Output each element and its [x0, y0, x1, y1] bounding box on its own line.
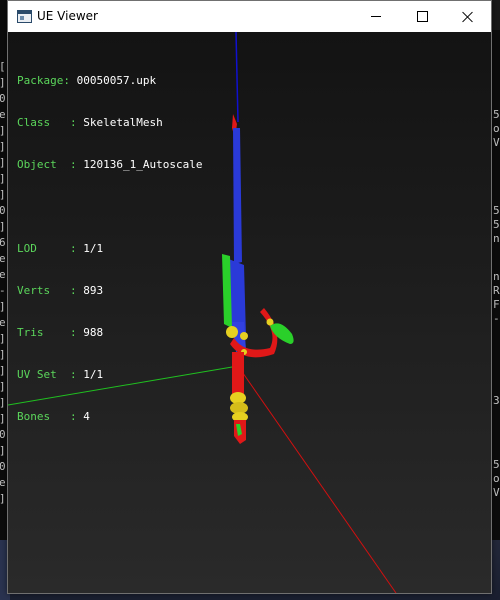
background-console-char: 5 — [493, 218, 500, 231]
z-axis-line — [235, 32, 239, 123]
title-bar[interactable]: UE Viewer — [8, 1, 491, 32]
info-tris-value: 988 — [83, 326, 104, 339]
info-lod-value: 1/1 — [83, 242, 104, 255]
background-console-char: 5 — [493, 204, 500, 217]
window-title: UE Viewer — [37, 9, 98, 23]
info-uvset-label: UV Set : — [17, 368, 84, 381]
mesh-info-overlay: Package: 00050057.upk Class : SkeletalMe… — [17, 46, 202, 452]
info-class-value: SkeletalMesh — [83, 116, 163, 129]
close-icon — [462, 11, 474, 23]
minimize-button[interactable] — [353, 1, 399, 32]
info-bones-row: Bones : 4 — [17, 410, 202, 424]
info-package-row: Package: 00050057.upk — [17, 74, 202, 88]
background-console-char: n — [493, 270, 500, 283]
3d-viewport[interactable]: Package: 00050057.upk Class : SkeletalMe… — [8, 32, 491, 593]
background-console-char: n — [493, 232, 500, 245]
info-object-row: Object : 120136_1_Autoscale — [17, 158, 202, 172]
background-console-char: - — [493, 312, 500, 325]
maximize-button[interactable] — [399, 1, 445, 32]
background-console-char: o — [493, 472, 500, 485]
info-object-label: Object : — [17, 158, 84, 171]
info-verts-row: Verts : 893 — [17, 284, 202, 298]
info-bones-value: 4 — [83, 410, 90, 423]
info-uvset-value: 1/1 — [83, 368, 104, 381]
maximize-icon — [416, 11, 428, 22]
close-button[interactable] — [445, 1, 491, 32]
info-verts-value: 893 — [83, 284, 104, 297]
info-uvset-row: UV Set : 1/1 — [17, 368, 202, 382]
info-tris-label: Tris : — [17, 326, 84, 339]
info-lod-row: LOD : 1/1 — [17, 242, 202, 256]
background-console-char: 5 — [493, 108, 500, 121]
info-spacer — [17, 200, 202, 214]
ue-viewer-window[interactable]: UE Viewer Package: 00050057.upk Class: … — [7, 0, 492, 594]
background-console-char: o — [493, 122, 500, 135]
info-lod-label: LOD : — [17, 242, 84, 255]
info-tris-row: Tris : 988 — [17, 326, 202, 340]
info-package-value: 00050057.upk — [76, 74, 157, 87]
background-console-char: 5 — [493, 458, 500, 471]
background-console-char: F — [493, 298, 500, 311]
info-class-row: Class : SkeletalMesh — [17, 116, 202, 130]
minimize-icon — [371, 16, 381, 17]
background-console-char: R — [493, 284, 500, 297]
x-axis-line — [237, 365, 397, 593]
app-window-icon — [17, 10, 32, 23]
screen: []0e]]]]]0]6ee-]e]]]]]]0]0e] 5oV55nnRF-3… — [0, 0, 500, 600]
info-verts-label: Verts : — [17, 284, 84, 297]
info-bones-label: Bones : — [17, 410, 84, 423]
info-object-value: 120136_1_Autoscale — [83, 158, 203, 171]
background-console-char: 3 — [493, 394, 500, 407]
info-class-label: Class : — [17, 116, 84, 129]
info-package-label: Package: — [17, 74, 77, 87]
background-console-char: V — [493, 486, 500, 499]
background-console-char: V — [493, 136, 500, 149]
